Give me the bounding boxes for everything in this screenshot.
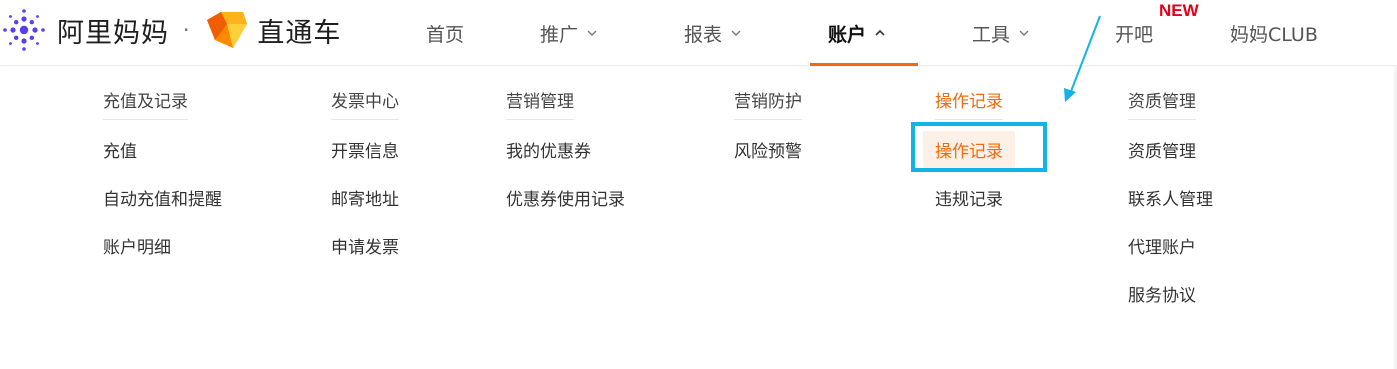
zhitongche-logo-icon: [207, 12, 248, 48]
new-badge: NEW: [1159, 1, 1199, 20]
menu-item-violation-log[interactable]: 违规记录: [935, 185, 1003, 210]
menu-item-coupon-usage[interactable]: 优惠券使用记录: [506, 185, 625, 210]
chevron-down-icon: [1019, 30, 1029, 36]
menu-item-recharge[interactable]: 充值: [103, 137, 137, 162]
top-header: 阿里妈妈 · 直通车 首页 推广 报表 账户 工具 开吧 NEW 妈妈CLUB: [0, 0, 1397, 66]
menu-column-title: 发票中心: [331, 87, 399, 120]
nav-home[interactable]: 首页: [426, 0, 464, 66]
brand-separator: ·: [183, 18, 190, 42]
active-tab-indicator: [810, 63, 918, 66]
menu-item-qualification[interactable]: 资质管理: [1128, 137, 1196, 162]
menu-item-service-agreement[interactable]: 服务协议: [1128, 281, 1196, 306]
menu-item-apply-invoice[interactable]: 申请发票: [331, 233, 399, 258]
nav-promotion-label: 推广: [540, 23, 579, 46]
brand-name: 阿里妈妈: [57, 17, 169, 49]
nav-kaiba[interactable]: 开吧: [1115, 0, 1153, 66]
menu-item-risk-warning[interactable]: 风险预警: [734, 137, 802, 162]
menu-item-mailing-address[interactable]: 邮寄地址: [331, 185, 399, 210]
menu-column-title: 充值及记录: [103, 87, 188, 120]
menu-column-title-active: 操作记录: [935, 87, 1003, 120]
menu-item-invoice-info[interactable]: 开票信息: [331, 137, 399, 162]
nav-reports[interactable]: 报表: [684, 0, 742, 66]
product-name: 直通车: [257, 17, 342, 49]
brand[interactable]: 阿里妈妈 · 直通车: [0, 6, 341, 54]
menu-item-agent-account[interactable]: 代理账户: [1128, 233, 1196, 258]
nav-tools-label: 工具: [972, 23, 1011, 46]
nav-reports-label: 报表: [684, 23, 723, 46]
menu-column-title: 营销防护: [734, 87, 802, 120]
menu-column-title: 资质管理: [1128, 87, 1196, 120]
nav-account-label: 账户: [828, 23, 867, 46]
menu-item-auto-recharge[interactable]: 自动充值和提醒: [103, 185, 222, 210]
annotation-highlight-box: [911, 122, 1047, 172]
nav-account[interactable]: 账户: [828, 0, 886, 66]
nav-mama-club[interactable]: 妈妈CLUB: [1230, 0, 1318, 66]
nav-home-label: 首页: [426, 23, 465, 46]
annotation-arrow-icon: [1064, 15, 1101, 102]
nav-promotion[interactable]: 推广: [540, 0, 598, 66]
menu-item-account-details[interactable]: 账户明细: [103, 233, 171, 258]
nav-tools[interactable]: 工具: [972, 0, 1030, 66]
chevron-down-icon: [731, 30, 741, 36]
nav-mama-club-label: 妈妈CLUB: [1230, 23, 1318, 46]
menu-item-contacts[interactable]: 联系人管理: [1128, 185, 1213, 210]
menu-item-my-coupons[interactable]: 我的优惠券: [506, 137, 591, 162]
chevron-up-icon: [875, 29, 885, 36]
menu-column-title: 营销管理: [506, 87, 574, 120]
alimama-logo-icon: [3, 9, 45, 51]
nav-kaiba-label: 开吧: [1115, 23, 1154, 46]
chevron-down-icon: [587, 30, 597, 36]
